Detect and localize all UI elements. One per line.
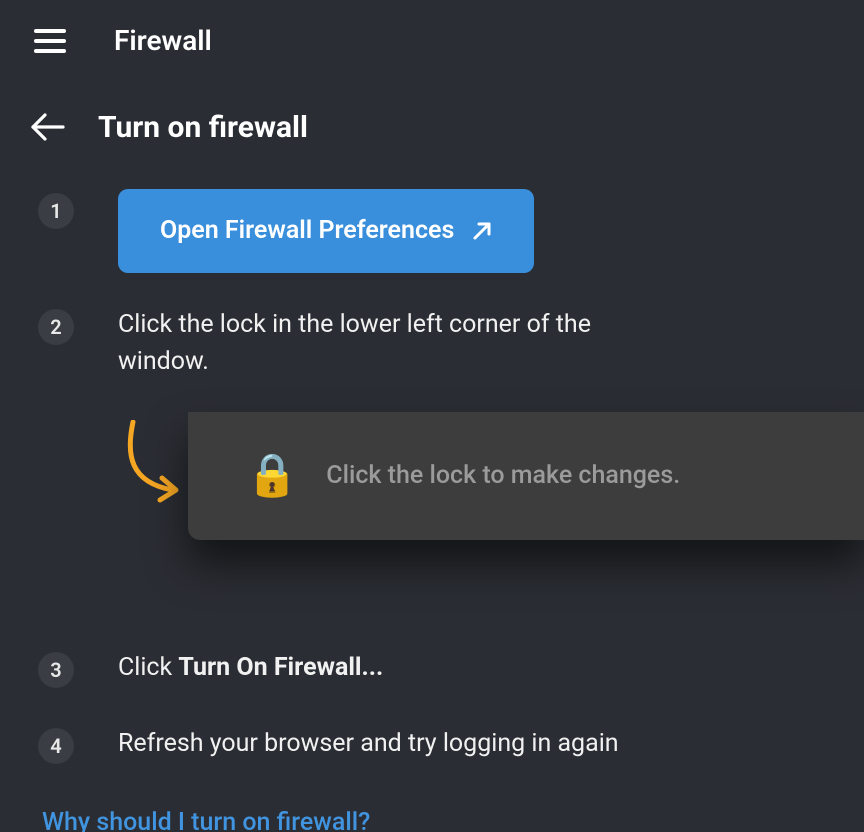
arrow-left-icon — [31, 113, 65, 141]
step-2: 2 Click the lock in the lower left corne… — [0, 299, 864, 388]
lock-icon: 🔒 — [246, 455, 298, 497]
app-title: Firewall — [114, 24, 212, 57]
why-firewall-link[interactable]: Why should I turn on firewall? — [42, 808, 370, 832]
step-number-badge: 3 — [38, 652, 74, 688]
back-button[interactable] — [28, 107, 68, 147]
open-firewall-label: Open Firewall Preferences — [160, 213, 454, 249]
step-3: 3 Click Turn On Firewall... — [0, 642, 864, 696]
step-number-badge: 1 — [38, 193, 74, 229]
step-number-badge: 2 — [38, 309, 74, 345]
page-title: Turn on firewall — [98, 110, 308, 145]
top-bar: Firewall — [0, 0, 864, 67]
curved-arrow-icon — [118, 420, 188, 510]
step-2-text: Click the lock in the lower left corner … — [118, 307, 658, 380]
step-3-text: Click Turn On Firewall... — [118, 650, 383, 686]
step-3-bold: Turn On Firewall... — [178, 653, 383, 682]
steps-list: 1 Open Firewall Preferences 2 Click the … — [0, 167, 864, 772]
subheader: Turn on firewall — [0, 67, 864, 167]
step-1: 1 Open Firewall Preferences — [0, 183, 864, 281]
external-link-icon — [472, 221, 492, 241]
step-4-text: Refresh your browser and try logging in … — [118, 726, 619, 762]
lock-illustration: 🔒 Click the lock to make changes. — [118, 412, 864, 602]
step-number-badge: 4 — [38, 728, 74, 764]
step-3-prefix: Click — [118, 653, 178, 682]
macos-window-preview: 🔒 Click the lock to make changes. — [188, 412, 864, 540]
lock-hint-text: Click the lock to make changes. — [326, 461, 680, 490]
step-4: 4 Refresh your browser and try logging i… — [0, 718, 864, 772]
open-firewall-preferences-button[interactable]: Open Firewall Preferences — [118, 189, 534, 273]
menu-icon[interactable] — [34, 29, 66, 53]
